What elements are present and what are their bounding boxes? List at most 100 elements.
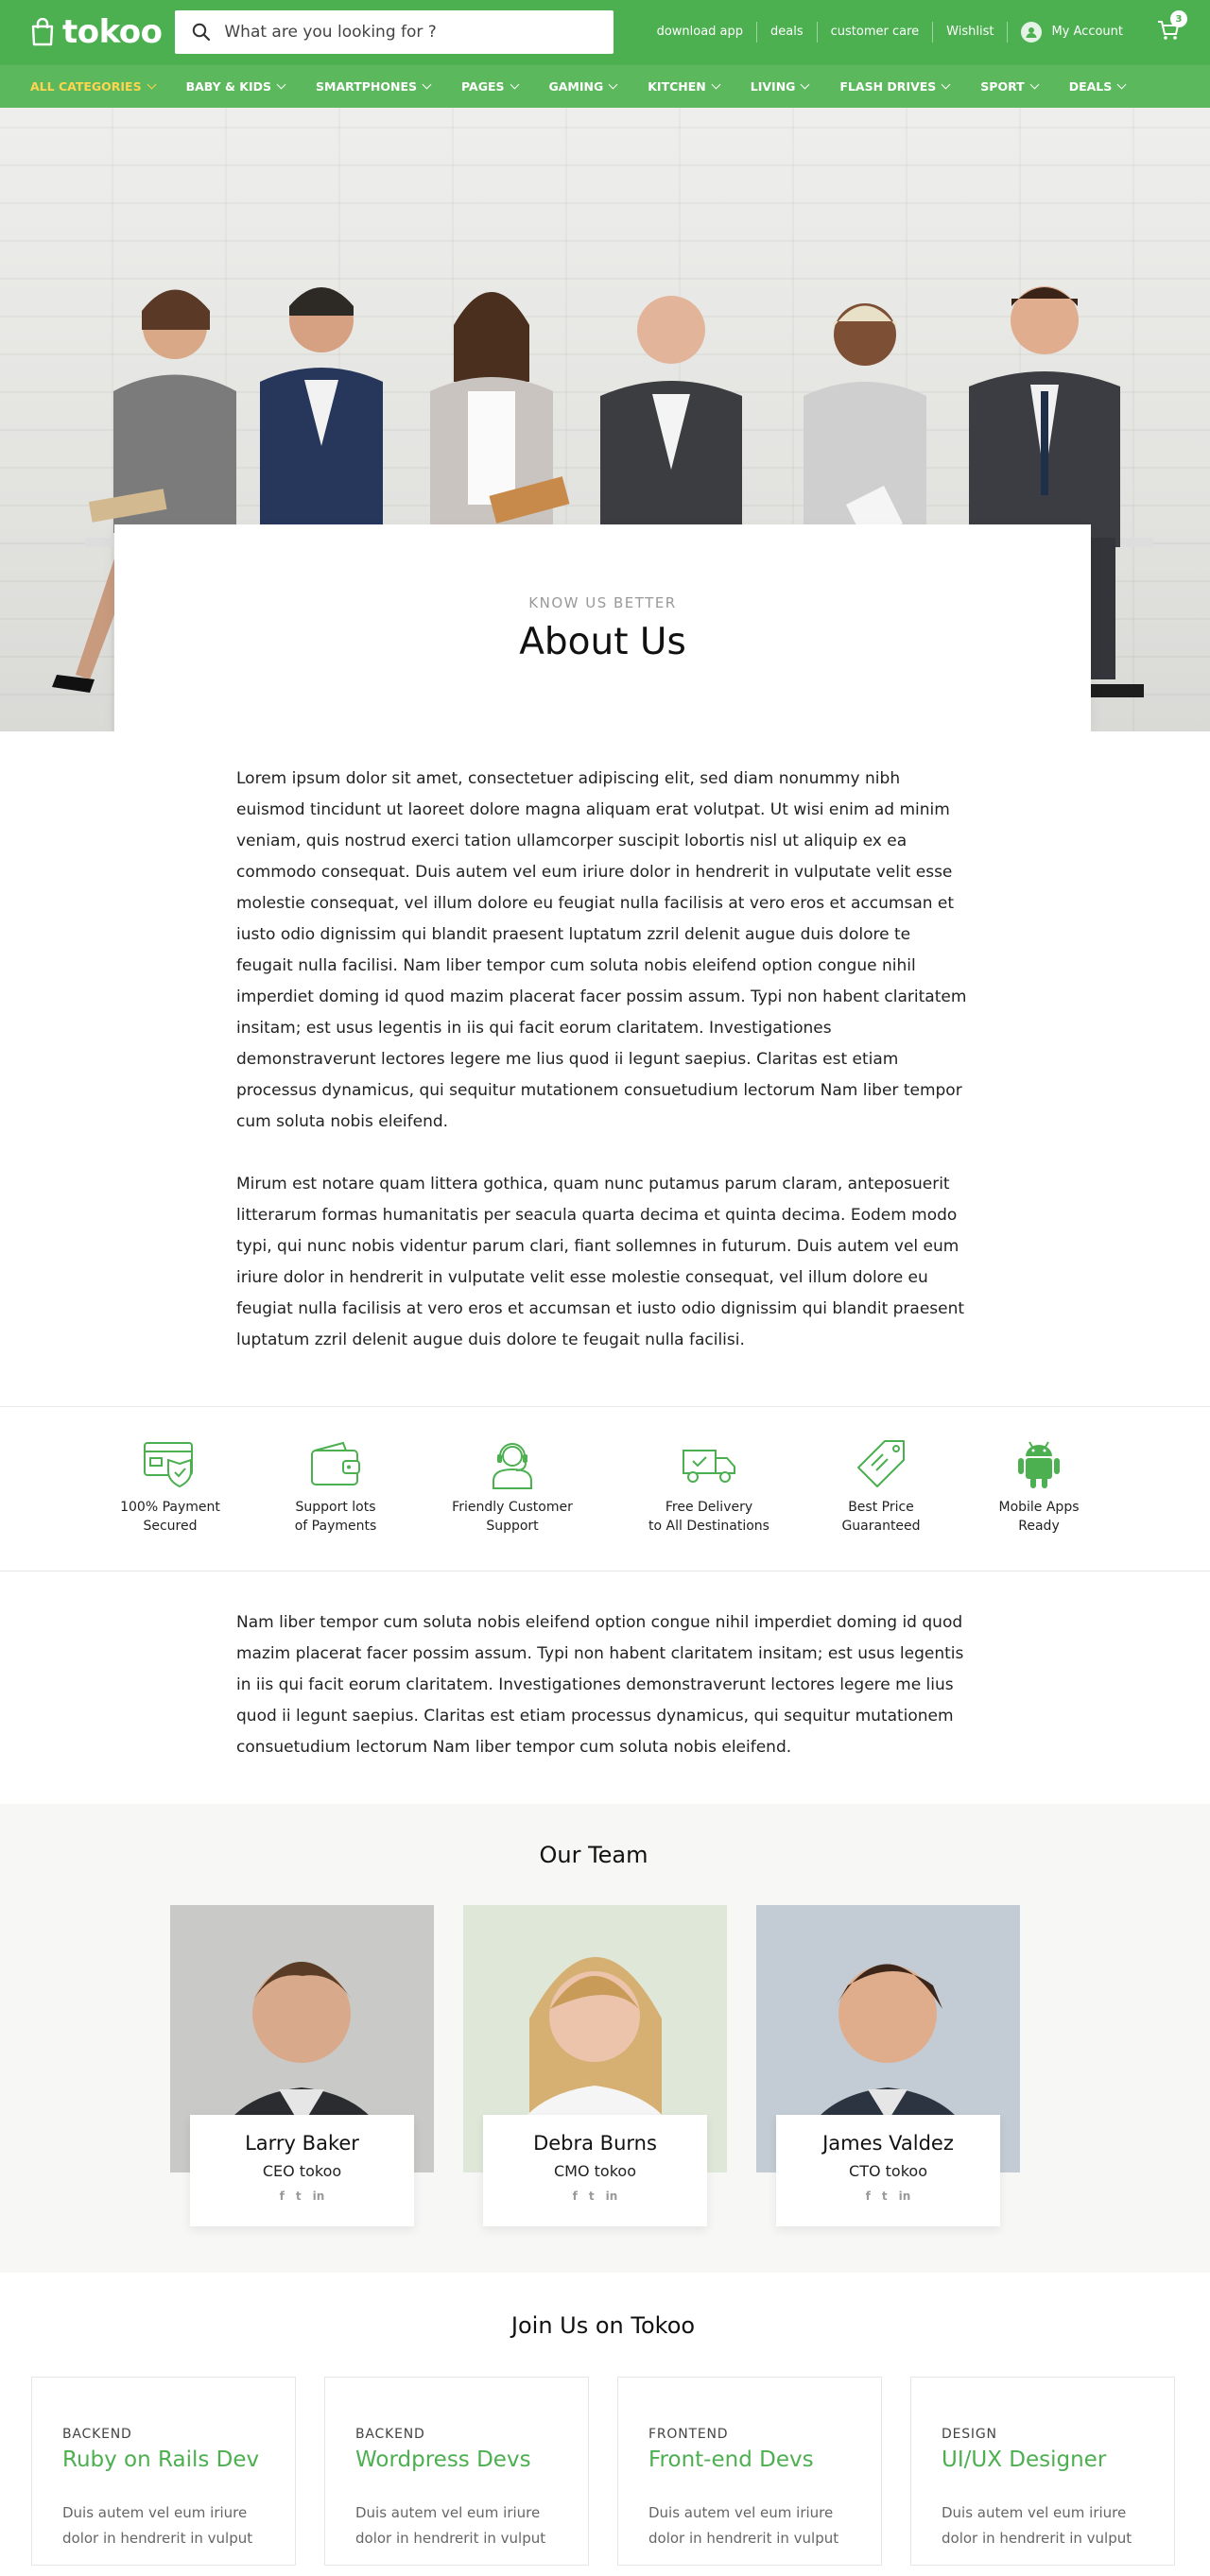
feature-line: 100% Payment <box>120 1500 220 1515</box>
linkedin-icon[interactable]: in <box>313 2190 325 2203</box>
job-description: Duis autem vel eum iriure dolor in hendr… <box>648 2504 839 2547</box>
support-agent-icon <box>493 1443 532 1489</box>
member-role: CEO tokoo <box>262 2162 342 2180</box>
job-title[interactable]: Wordpress Devs <box>355 2447 588 2472</box>
team-title: Our Team <box>539 1842 648 1868</box>
feature-item: Mobile Apps Ready <box>944 1437 1133 1536</box>
search-box[interactable] <box>175 10 614 54</box>
category-label: KITCHEN <box>648 79 706 94</box>
member-info: Debra Burns CMO tokoo f t in <box>483 2115 707 2226</box>
social-links: f t in <box>776 2190 1000 2203</box>
social-links: f t in <box>483 2190 707 2203</box>
logo[interactable]: tokoo <box>30 13 175 51</box>
cart-count-badge: 3 <box>1170 10 1187 27</box>
job-description: Duis autem vel eum iriure dolor in hendr… <box>62 2504 253 2547</box>
feature-line: Secured <box>143 1519 198 1534</box>
feature-line: Free Delivery <box>665 1500 753 1515</box>
user-icon <box>1021 22 1043 43</box>
category-label: GAMING <box>548 79 604 94</box>
twitter-icon[interactable]: t <box>589 2190 595 2203</box>
join-section: Join Us on Tokoo BACKEND Ruby on Rails D… <box>0 2273 1210 2566</box>
team-section: Our Team Larry Baker CEO tokoo f t in De… <box>0 1804 1210 2273</box>
job-tag: FRONTEND <box>648 2427 729 2442</box>
category-all-categories[interactable]: ALL CATEGORIES <box>30 79 157 94</box>
chevron-down-icon <box>608 79 618 90</box>
category-label: FLASH DRIVES <box>839 79 937 94</box>
team-member-card: James Valdez CTO tokoo f t in <box>756 1905 1020 2231</box>
shopping-bag-icon <box>31 18 54 46</box>
job-title[interactable]: UI/UX Designer <box>942 2447 1174 2472</box>
category-deals[interactable]: DEALS <box>1068 79 1127 94</box>
job-card[interactable]: DESIGN UI/UX Designer Duis autem vel eum… <box>910 2377 1175 2566</box>
search-icon[interactable] <box>192 23 211 42</box>
feature-line: Support <box>486 1519 539 1534</box>
join-title: Join Us on Tokoo <box>510 2312 696 2339</box>
feature-line: Support lots <box>295 1500 376 1515</box>
download-app-link[interactable]: download app <box>644 22 758 43</box>
customer-care-link[interactable]: customer care <box>818 22 934 43</box>
page-title: About Us <box>519 621 686 663</box>
member-name: Larry Baker <box>245 2132 359 2155</box>
chevron-down-icon <box>276 79 286 90</box>
search-input[interactable] <box>224 23 584 42</box>
member-name: Debra Burns <box>533 2132 657 2155</box>
job-description: Duis autem vel eum iriure dolor in hendr… <box>942 2504 1132 2547</box>
chevron-down-icon <box>800 79 810 90</box>
price-tag-icon <box>857 1440 905 1487</box>
deals-link[interactable]: deals <box>757 22 818 43</box>
facebook-icon[interactable]: f <box>573 2190 578 2203</box>
category-label: SMARTPHONES <box>316 79 417 94</box>
social-links: f t in <box>190 2190 414 2203</box>
delivery-truck-icon <box>683 1450 735 1483</box>
job-title[interactable]: Front-end Devs <box>648 2447 881 2472</box>
category-label: ALL CATEGORIES <box>30 79 142 94</box>
chevron-down-icon <box>941 79 951 90</box>
category-kitchen[interactable]: KITCHEN <box>648 79 721 94</box>
my-account-label: My Account <box>1051 25 1123 39</box>
feature-line: Friendly Customer <box>452 1500 573 1515</box>
team-member-card: Debra Burns CMO tokoo f t in <box>463 1905 727 2231</box>
chevron-down-icon <box>711 79 721 90</box>
job-card[interactable]: FRONTEND Front-end Devs Duis autem vel e… <box>617 2377 882 2566</box>
job-card[interactable]: BACKEND Wordpress Devs Duis autem vel eu… <box>324 2377 589 2566</box>
site-header: tokoo download app deals customer care W… <box>0 0 1210 108</box>
category-smartphones[interactable]: SMARTPHONES <box>316 79 432 94</box>
wishlist-link[interactable]: Wishlist <box>933 22 1009 43</box>
facebook-icon[interactable]: f <box>866 2190 871 2203</box>
chevron-down-icon <box>1116 79 1127 90</box>
logo-text: tokoo <box>62 13 163 51</box>
top-links: download app deals customer care Wishlis… <box>644 22 1136 43</box>
about-paragraph: Mirum est notare quam littera gothica, q… <box>236 1175 965 1349</box>
member-name: James Valdez <box>822 2132 954 2155</box>
feature-line: of Payments <box>294 1519 377 1534</box>
category-pages[interactable]: PAGES <box>461 79 519 94</box>
category-bar: ALL CATEGORIES BABY & KIDS SMARTPHONES P… <box>0 64 1210 108</box>
my-account-link[interactable]: My Account <box>1008 22 1136 43</box>
feature-item: Friendly Customer Support <box>418 1437 607 1536</box>
category-gaming[interactable]: GAMING <box>548 79 618 94</box>
job-card[interactable]: BACKEND Ruby on Rails Dev Duis autem vel… <box>31 2377 296 2566</box>
member-info: James Valdez CTO tokoo f t in <box>776 2115 1000 2226</box>
member-info: Larry Baker CEO tokoo f t in <box>190 2115 414 2226</box>
category-living[interactable]: LIVING <box>751 79 810 94</box>
feature-line: Ready <box>1018 1519 1060 1534</box>
linkedin-icon[interactable]: in <box>899 2190 911 2203</box>
cart-button[interactable]: 3 <box>1157 10 1187 44</box>
hero-banner: KNOW US BETTER About Us <box>0 108 1210 731</box>
job-title[interactable]: Ruby on Rails Dev <box>62 2447 295 2472</box>
category-baby-kids[interactable]: BABY & KIDS <box>185 79 286 94</box>
about-paragraph: Lorem ipsum dolor sit amet, consectetuer… <box>236 769 967 1131</box>
member-role: CMO tokoo <box>554 2162 636 2180</box>
twitter-icon[interactable]: t <box>296 2190 302 2203</box>
about-text: Lorem ipsum dolor sit amet, consectetuer… <box>236 731 970 1356</box>
linkedin-icon[interactable]: in <box>606 2190 618 2203</box>
category-label: BABY & KIDS <box>185 79 272 94</box>
facebook-icon[interactable]: f <box>280 2190 285 2203</box>
category-flash-drives[interactable]: FLASH DRIVES <box>839 79 951 94</box>
category-label: DEALS <box>1068 79 1113 94</box>
category-sport[interactable]: SPORT <box>980 79 1040 94</box>
team-member-card: Larry Baker CEO tokoo f t in <box>170 1905 434 2231</box>
twitter-icon[interactable]: t <box>882 2190 888 2203</box>
feature-item: Support lots of Payments <box>241 1437 430 1536</box>
features-strip: 100% Payment Secured Support lots of Pay… <box>0 1406 1210 1571</box>
